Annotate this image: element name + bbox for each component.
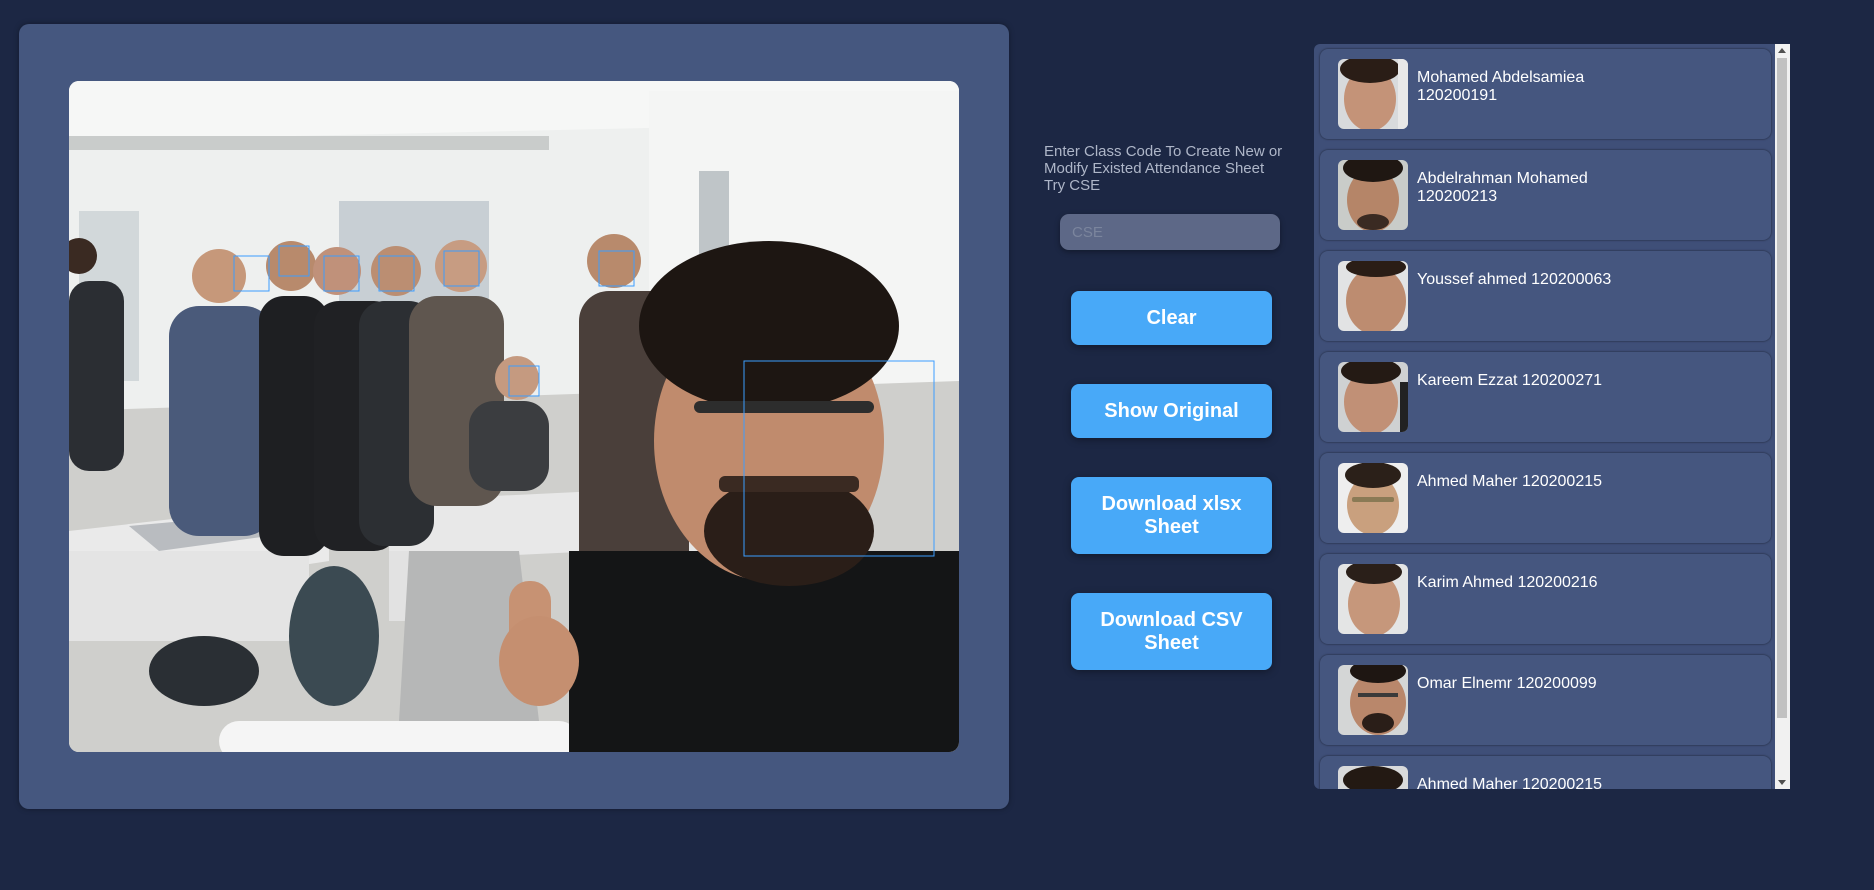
list-item[interactable]: Mohamed Abdelsamiea 120200191 [1320, 49, 1771, 139]
student-face-avatar [1338, 59, 1408, 129]
attendance-list[interactable]: Mohamed Abdelsamiea 120200191 Abdelrahma… [1314, 44, 1790, 789]
class-code-input[interactable] [1060, 214, 1280, 250]
student-face-avatar [1338, 463, 1408, 533]
scroll-thumb[interactable] [1777, 58, 1787, 718]
student-label: Karim Ahmed 120200216 [1417, 574, 1598, 591]
student-label: Youssef ahmed 120200063 [1417, 271, 1612, 288]
scroll-down-arrow-icon[interactable] [1778, 780, 1786, 785]
class-photo [69, 81, 959, 752]
student-face-avatar [1338, 160, 1408, 230]
list-item[interactable]: Ahmed Maher 120200215 [1320, 756, 1771, 789]
image-panel [19, 24, 1009, 809]
class-code-prompt: Enter Class Code To Create New or Modify… [1044, 143, 1283, 194]
show-original-button[interactable]: Show Original [1071, 384, 1272, 438]
list-item[interactable]: Abdelrahman Mohamed 120200213 [1320, 150, 1771, 240]
student-face-avatar [1338, 665, 1408, 735]
student-label: Ahmed Maher 120200215 [1417, 776, 1603, 789]
list-scrollbar[interactable] [1775, 44, 1790, 789]
student-face-avatar [1338, 362, 1408, 432]
list-item[interactable]: Kareem Ezzat 120200271 [1320, 352, 1771, 442]
controls-panel: Enter Class Code To Create New or Modify… [1030, 140, 1290, 670]
student-label: Abdelrahman Mohamed 120200213 [1417, 170, 1588, 205]
list-item[interactable]: Youssef ahmed 120200063 [1320, 251, 1771, 341]
student-label: Ahmed Maher 120200215 [1417, 473, 1603, 490]
list-item[interactable]: Karim Ahmed 120200216 [1320, 554, 1771, 644]
student-face-avatar [1338, 766, 1408, 789]
student-label: Kareem Ezzat 120200271 [1417, 372, 1603, 389]
list-item[interactable]: Omar Elnemr 120200099 [1320, 655, 1771, 745]
student-face-avatar [1338, 261, 1408, 331]
student-label: Omar Elnemr 120200099 [1417, 675, 1597, 692]
scroll-up-arrow-icon[interactable] [1778, 48, 1786, 53]
download-xlsx-button[interactable]: Download xlsx Sheet [1071, 477, 1272, 554]
class-photo-illustration [69, 81, 959, 752]
clear-button[interactable]: Clear [1071, 291, 1272, 345]
student-label: Mohamed Abdelsamiea 120200191 [1417, 69, 1585, 104]
download-csv-button[interactable]: Download CSV Sheet [1071, 593, 1272, 670]
list-item[interactable]: Ahmed Maher 120200215 [1320, 453, 1771, 543]
student-face-avatar [1338, 564, 1408, 634]
